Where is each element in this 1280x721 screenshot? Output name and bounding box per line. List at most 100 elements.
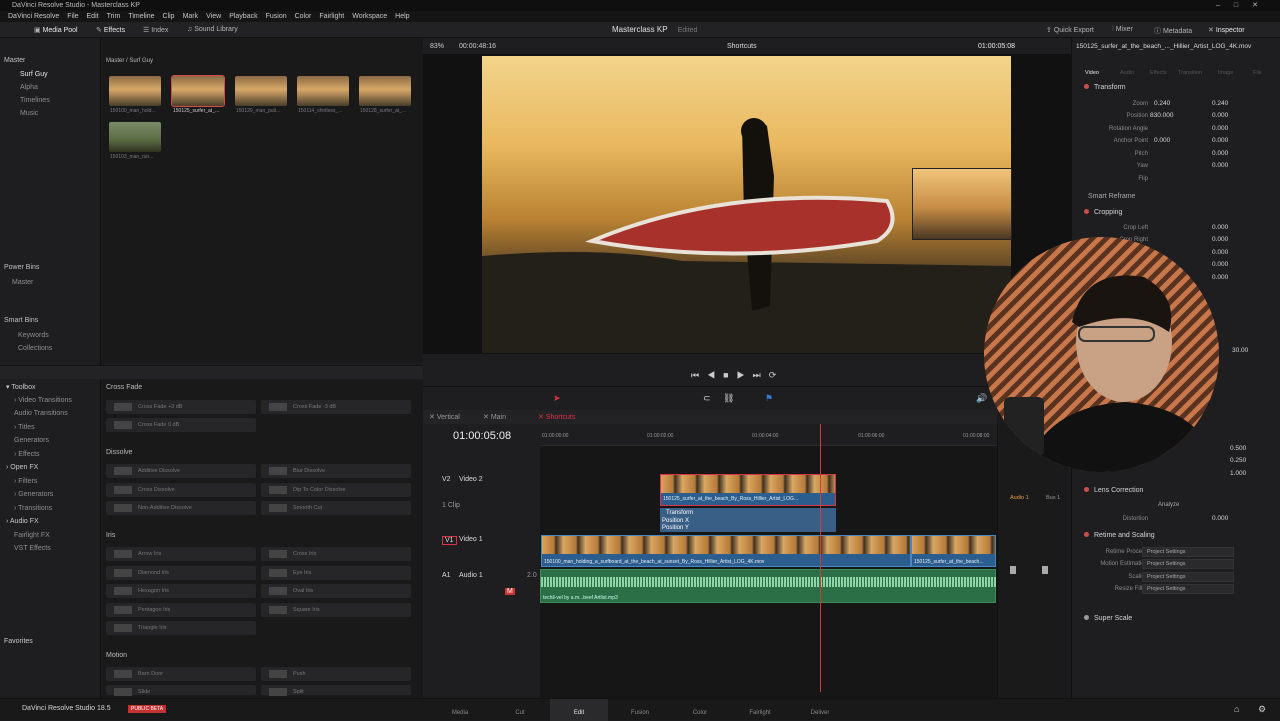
media-pool-button[interactable]: ▣ Media Pool [34, 26, 78, 34]
smart-bin-keywords[interactable]: Keywords [18, 332, 49, 339]
track-v1-name[interactable]: Video 1 [459, 536, 483, 543]
tree-open-fx[interactable]: › Open FX [6, 464, 38, 471]
effect-item[interactable]: Dip To Color Dissolve [261, 483, 411, 497]
crop-value[interactable]: 0.000 [1212, 249, 1228, 256]
playhead[interactable] [820, 424, 821, 692]
track-a1-name[interactable]: Audio 1 [459, 572, 483, 579]
section-cropping[interactable]: Cropping [1084, 209, 1122, 216]
effect-item[interactable]: Slide [106, 685, 256, 696]
param-value[interactable]: 0.500 [1230, 445, 1246, 452]
page-fusion[interactable]: Fusion [620, 710, 660, 716]
crop-value[interactable]: 0.000 [1212, 261, 1228, 268]
page-deliver[interactable]: Deliver [800, 710, 840, 716]
page-color[interactable]: Color [680, 710, 720, 716]
effect-item[interactable]: Pentagon Iris [106, 603, 256, 617]
tree-generators[interactable]: Generators [14, 437, 49, 444]
section-lens-correction[interactable]: Lens Correction [1084, 487, 1143, 494]
clip-thumbnail[interactable] [109, 76, 161, 106]
pitch-value[interactable]: 0.000 [1212, 150, 1228, 157]
keyframe-editor[interactable]: Transform Position X Position Y [660, 508, 836, 532]
clip-thumbnail[interactable] [359, 76, 411, 106]
param-value[interactable]: 0.250 [1230, 457, 1246, 464]
volume-icon[interactable]: 🔊 [976, 393, 987, 404]
effect-item[interactable]: Additive Dissolve [106, 464, 256, 478]
tab-audio[interactable]: Audio [1120, 70, 1134, 76]
resize-filter-select[interactable]: Project Settings [1142, 584, 1234, 594]
menu-item[interactable]: Edit [87, 11, 99, 22]
timeline-ruler[interactable]: 01:00:00:00 01:00:02:00 01:00:04:00 01:0… [540, 424, 997, 446]
index-button[interactable]: ☰ Index [143, 26, 168, 34]
effect-item[interactable]: Diamond Iris [106, 566, 256, 580]
anchor-y[interactable]: 0.000 [1212, 137, 1228, 144]
inspector-button[interactable]: ✕ Inspector [1208, 26, 1245, 34]
distortion-value[interactable]: 0.000 [1212, 515, 1228, 522]
tree-audio-transitions[interactable]: Audio Transitions [14, 410, 68, 417]
tab-main[interactable]: ✕ Main [483, 413, 506, 421]
yaw-value[interactable]: 0.000 [1212, 162, 1228, 169]
section-retime[interactable]: Retime and Scaling [1084, 532, 1155, 539]
track-v2-name[interactable]: Video 2 [459, 476, 483, 483]
crop-left-value[interactable]: 0.000 [1212, 224, 1228, 231]
effects-button[interactable]: ✎ Effects [96, 26, 125, 34]
gear-icon[interactable]: ⚙ [1258, 704, 1266, 715]
anchor-x[interactable]: 0.000 [1154, 137, 1170, 144]
bin-music[interactable]: Music [20, 110, 38, 117]
retime-process-select[interactable]: Project Settings [1142, 547, 1234, 557]
effect-item[interactable]: Oval Iris [261, 584, 411, 598]
tree-video-transitions[interactable]: › Video Transitions [14, 397, 72, 404]
mixer-button[interactable]: ⫶ Mixer [1112, 26, 1133, 34]
a1-audio-clip[interactable]: techil-vel by a.m...beef Artlist.mp3 [540, 569, 997, 603]
analyze-button[interactable]: Analyze [1158, 502, 1179, 508]
page-media[interactable]: Media [440, 710, 480, 716]
bin-alpha[interactable]: Alpha [20, 84, 38, 91]
fader-audio1[interactable] [1010, 566, 1016, 574]
effect-item[interactable]: Push [261, 667, 411, 681]
effect-item[interactable]: Barn Door [106, 667, 256, 681]
transport-buttons[interactable]: ⏮◀■▶⏭⟳ [691, 370, 784, 381]
position-y[interactable]: 0.000 [1212, 112, 1228, 119]
tab-transition[interactable]: Transition [1178, 70, 1202, 76]
link-icon[interactable]: ⛓ [723, 393, 734, 404]
tab-video[interactable]: Video [1085, 70, 1099, 76]
crop-value[interactable]: 0.000 [1212, 274, 1228, 281]
tree-filters[interactable]: › Filters [14, 478, 37, 485]
motion-estimation-select[interactable]: Project Settings [1142, 559, 1234, 569]
effect-item[interactable]: Cross Fade -3 dB [261, 400, 411, 414]
zoom-x[interactable]: 0.240 [1154, 100, 1170, 107]
crop-right-value[interactable]: 0.000 [1212, 236, 1228, 243]
tab-file[interactable]: File [1253, 70, 1262, 76]
tree-transitions[interactable]: › Transitions [14, 505, 52, 512]
menu-item[interactable]: Timeline [128, 11, 154, 22]
menu-item[interactable]: Playback [229, 11, 257, 22]
param-value[interactable]: 30.00 [1232, 347, 1248, 354]
tab-image[interactable]: Image [1218, 70, 1233, 76]
menu-item[interactable]: DaVinci Resolve [8, 11, 59, 22]
snapping-icon[interactable]: ⊂ [703, 393, 711, 404]
v2-clip[interactable]: 150125_surfer_at_the_beach_By_Ross_Hilli… [660, 474, 836, 506]
effect-item[interactable]: Triangle Iris [106, 621, 256, 635]
tab-effects[interactable]: Effects [1150, 70, 1167, 76]
menu-item[interactable]: Fairlight [319, 11, 344, 22]
flag-icon[interactable]: ⚑ [765, 393, 773, 404]
effect-item[interactable]: Arrow Iris [106, 547, 256, 561]
selection-tool-icon[interactable]: ➤ [553, 393, 561, 404]
menu-item[interactable]: Clip [163, 11, 175, 22]
bin-master[interactable]: Master [4, 57, 25, 64]
menu-item[interactable]: View [206, 11, 221, 22]
clip-thumbnail[interactable] [109, 122, 161, 152]
menu-item[interactable]: Color [295, 11, 312, 22]
effect-item[interactable]: Smooth Cut [261, 501, 411, 515]
page-edit[interactable]: Edit [550, 699, 608, 721]
smart-bin-collections[interactable]: Collections [18, 345, 52, 352]
tree-audio-fx[interactable]: › Audio FX [6, 518, 39, 525]
track-v1-id[interactable]: V1 [442, 536, 457, 545]
tree-toolbox[interactable]: ▾ Toolbox [6, 383, 35, 391]
page-cut[interactable]: Cut [500, 710, 540, 716]
rotation-value[interactable]: 0.000 [1212, 125, 1228, 132]
menu-item[interactable]: Mark [183, 11, 199, 22]
section-transform[interactable]: Transform [1084, 84, 1126, 91]
tree-ofx-generators[interactable]: › Generators [14, 491, 53, 498]
tree-effects[interactable]: › Effects [14, 451, 40, 458]
effect-item[interactable]: Cross Fade 0 dB [106, 418, 256, 432]
menu-item[interactable]: Workspace [352, 11, 387, 22]
